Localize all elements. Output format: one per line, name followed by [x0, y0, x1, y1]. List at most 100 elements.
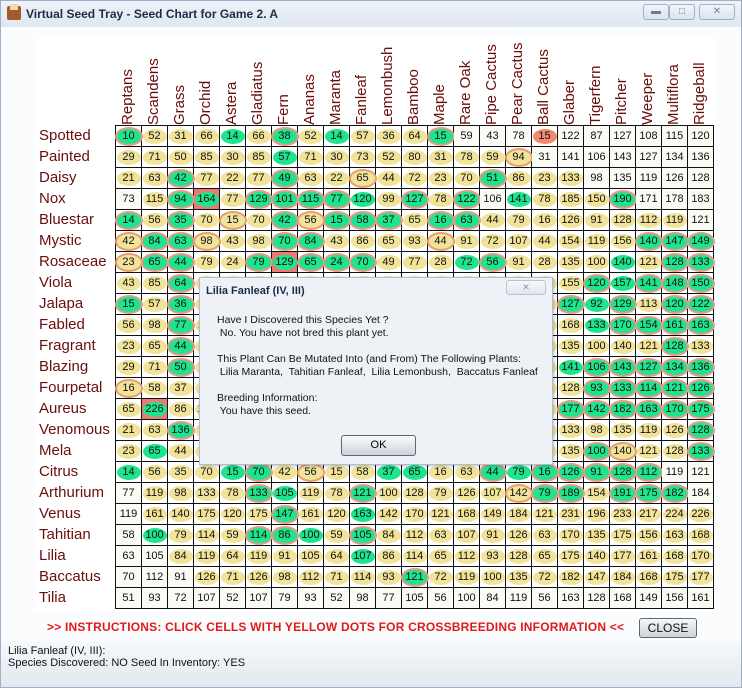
seed-cell[interactable]: 161	[141, 503, 168, 525]
seed-cell[interactable]: 77	[167, 314, 194, 336]
seed-cell[interactable]: 105	[271, 482, 298, 504]
seed-cell[interactable]: 84	[167, 545, 194, 567]
seed-cell[interactable]: 59	[479, 146, 506, 168]
seed-cell[interactable]: 122	[557, 125, 584, 147]
seed-cell[interactable]: 168	[687, 524, 714, 546]
seed-cell[interactable]: 64	[167, 272, 194, 294]
seed-cell[interactable]: 14	[115, 209, 142, 231]
seed-cell[interactable]: 128	[609, 209, 636, 231]
seed-cell[interactable]: 23	[427, 167, 454, 189]
seed-cell[interactable]: 127	[401, 188, 428, 210]
seed-cell[interactable]: 58	[349, 209, 376, 231]
seed-cell[interactable]: 100	[141, 524, 168, 546]
seed-cell[interactable]: 37	[375, 209, 402, 231]
seed-cell[interactable]: 115	[297, 188, 324, 210]
seed-cell[interactable]: 121	[635, 335, 662, 357]
seed-cell[interactable]: 128	[661, 440, 688, 462]
seed-cell[interactable]: 21	[115, 167, 142, 189]
seed-cell[interactable]: 135	[557, 335, 584, 357]
ok-button[interactable]: OK	[341, 435, 416, 456]
seed-cell[interactable]: 121	[531, 503, 558, 525]
seed-cell[interactable]: 170	[687, 545, 714, 567]
seed-cell[interactable]: 77	[193, 167, 220, 189]
seed-cell[interactable]: 58	[115, 524, 142, 546]
seed-cell[interactable]: 65	[297, 251, 324, 273]
seed-cell[interactable]: 71	[141, 356, 168, 378]
seed-cell[interactable]: 79	[193, 251, 220, 273]
seed-cell[interactable]: 16	[427, 209, 454, 231]
seed-cell[interactable]: 93	[297, 587, 324, 609]
seed-cell[interactable]: 114	[635, 377, 662, 399]
seed-cell[interactable]: 184	[505, 503, 532, 525]
seed-cell[interactable]: 14	[219, 125, 246, 147]
seed-cell[interactable]: 133	[583, 314, 610, 336]
seed-cell[interactable]: 121	[401, 566, 428, 588]
seed-cell[interactable]: 78	[219, 482, 246, 504]
seed-cell[interactable]: 21	[115, 419, 142, 441]
seed-cell[interactable]: 170	[661, 398, 688, 420]
seed-cell[interactable]: 100	[297, 524, 324, 546]
seed-cell[interactable]: 115	[661, 125, 688, 147]
seed-cell[interactable]: 140	[609, 335, 636, 357]
seed-cell[interactable]: 163	[349, 503, 376, 525]
seed-cell[interactable]: 63	[453, 209, 480, 231]
seed-cell[interactable]: 52	[141, 125, 168, 147]
seed-cell[interactable]: 175	[661, 566, 688, 588]
seed-cell[interactable]: 183	[687, 188, 714, 210]
seed-cell[interactable]: 170	[557, 524, 584, 546]
close-button[interactable]: CLOSE	[639, 618, 697, 638]
seed-cell[interactable]: 190	[609, 188, 636, 210]
seed-cell[interactable]: 84	[297, 230, 324, 252]
seed-cell[interactable]: 49	[375, 251, 402, 273]
seed-cell[interactable]: 148	[661, 272, 688, 294]
seed-cell[interactable]: 51	[115, 587, 142, 609]
seed-cell[interactable]: 65	[141, 251, 168, 273]
seed-cell[interactable]: 65	[427, 545, 454, 567]
seed-cell[interactable]: 105	[297, 545, 324, 567]
seed-cell[interactable]: 63	[141, 419, 168, 441]
seed-cell[interactable]: 129	[609, 293, 636, 315]
seed-cell[interactable]: 127	[609, 125, 636, 147]
seed-cell[interactable]: 154	[635, 314, 662, 336]
seed-cell[interactable]: 168	[557, 314, 584, 336]
seed-cell[interactable]: 135	[583, 524, 610, 546]
seed-cell[interactable]: 121	[687, 209, 714, 231]
seed-cell[interactable]: 154	[557, 230, 584, 252]
seed-cell[interactable]: 140	[609, 251, 636, 273]
seed-cell[interactable]: 135	[557, 440, 584, 462]
seed-cell[interactable]: 65	[375, 230, 402, 252]
seed-cell[interactable]: 119	[661, 209, 688, 231]
seed-cell[interactable]: 175	[609, 524, 636, 546]
seed-cell[interactable]: 157	[609, 272, 636, 294]
seed-cell[interactable]: 73	[349, 146, 376, 168]
seed-cell[interactable]: 128	[505, 545, 532, 567]
seed-cell[interactable]: 73	[115, 188, 142, 210]
seed-cell[interactable]: 30	[323, 146, 350, 168]
seed-cell[interactable]: 196	[583, 503, 610, 525]
seed-cell[interactable]: 182	[609, 398, 636, 420]
seed-cell[interactable]: 147	[271, 503, 298, 525]
seed-cell[interactable]: 156	[609, 230, 636, 252]
seed-cell[interactable]: 98	[167, 482, 194, 504]
seed-cell[interactable]: 65	[401, 209, 428, 231]
seed-cell[interactable]: 129	[271, 251, 298, 273]
seed-cell[interactable]: 35	[167, 461, 194, 483]
seed-cell[interactable]: 128	[609, 461, 636, 483]
seed-cell[interactable]: 136	[167, 419, 194, 441]
seed-cell[interactable]: 77	[401, 251, 428, 273]
seed-cell[interactable]: 14	[115, 461, 142, 483]
seed-cell[interactable]: 107	[479, 482, 506, 504]
dialog-close-icon[interactable]: ✕	[506, 280, 546, 295]
seed-cell[interactable]: 70	[245, 209, 272, 231]
seed-cell[interactable]: 86	[271, 524, 298, 546]
seed-cell[interactable]: 78	[453, 146, 480, 168]
seed-cell[interactable]: 86	[375, 545, 402, 567]
seed-cell[interactable]: 107	[505, 230, 532, 252]
seed-cell[interactable]: 119	[635, 167, 662, 189]
seed-cell[interactable]: 42	[115, 230, 142, 252]
seed-cell[interactable]: 185	[557, 188, 584, 210]
seed-cell[interactable]: 78	[531, 188, 558, 210]
seed-cell[interactable]: 140	[167, 503, 194, 525]
seed-cell[interactable]: 147	[661, 230, 688, 252]
seed-cell[interactable]: 161	[635, 545, 662, 567]
